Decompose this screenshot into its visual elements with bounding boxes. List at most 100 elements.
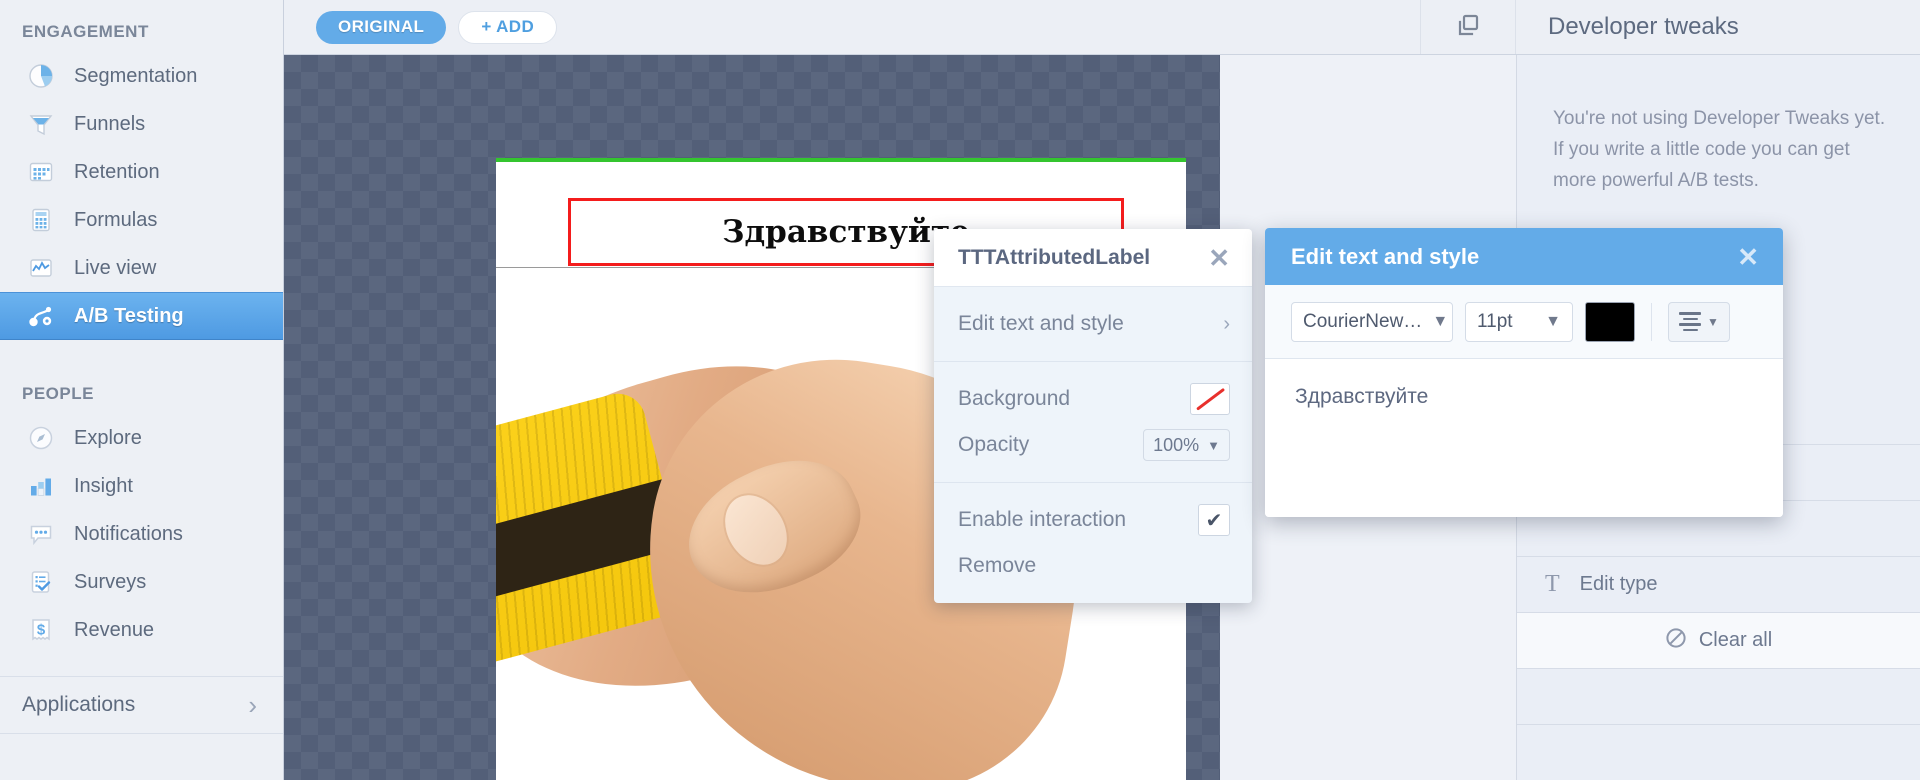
bar-chart-icon [26,471,56,501]
text-content-textarea[interactable]: Здравствуйте [1265,359,1783,517]
sidebar-item-explore[interactable]: Explore [0,414,283,462]
app-root: ENGAGEMENT Segmentation Funnels Retentio… [0,0,1920,780]
live-chart-icon [26,253,56,283]
calculator-icon [26,205,56,235]
menu-item-label: Edit text and style [958,312,1124,335]
sidebar-item-label: Formulas [74,208,158,231]
edit-dialog-title: Edit text and style [1291,243,1480,269]
chevron-right-icon: › [248,689,257,720]
background-color-swatch[interactable] [1190,383,1230,415]
sidebar-section-engagement: ENGAGEMENT [22,22,149,41]
no-entry-icon [1665,627,1687,655]
sidebar-item-insight[interactable]: Insight [0,462,283,510]
font-family-value: CourierNew… [1303,310,1423,332]
developer-tweaks-empty-message: You're not using Developer Tweaks yet. I… [1553,108,1886,191]
sidebar-item-ab-testing[interactable]: A/B Testing [0,292,283,340]
sidebar-item-label: Insight [74,474,133,497]
top-toolbar: ORIGINAL + ADD Developer tweaks [284,0,1920,55]
sidebar-item-label: Live view [74,256,157,279]
menu-item-enable-interaction[interactable]: Enable interaction ✔ [934,497,1252,543]
right-panel-title: Developer tweaks [1548,13,1739,40]
grid-icon [26,157,56,187]
duplicate-windows-button[interactable] [1420,0,1516,54]
font-size-select[interactable]: 11pt ▼ [1465,301,1573,342]
sidebar-item-segmentation[interactable]: Segmentation [0,52,283,100]
edit-text-and-style-dialog: Edit text and style ✕ CourierNew… ▼ 11pt… [1265,228,1783,517]
text-align-button[interactable]: ▼ [1668,301,1730,342]
sidebar-item-label: Revenue [74,618,155,641]
panel-row-spacer-4 [1517,724,1920,780]
sidebar-item-label: A/B Testing [74,304,184,327]
text-color-swatch[interactable] [1585,301,1635,342]
sidebar-item-label: Explore [74,426,142,449]
clear-all-row[interactable]: Clear all [1517,612,1920,668]
font-size-value: 11pt [1477,310,1513,332]
align-center-icon [1679,312,1702,331]
context-menu-title: TTTAttributedLabel [958,245,1151,269]
menu-item-label: Remove [958,554,1037,577]
menu-item-opacity[interactable]: Opacity 100% ▼ [934,422,1252,468]
menu-item-edit-text-and-style[interactable]: Edit text and style › [934,301,1252,347]
opacity-value: 100% [1153,434,1200,455]
sidebar: ENGAGEMENT Segmentation Funnels Retentio… [0,0,284,780]
sidebar-item-label: Segmentation [74,64,198,87]
menu-item-label: Background [958,387,1071,410]
edit-type-row[interactable]: T Edit type [1517,556,1920,612]
sidebar-item-surveys[interactable]: Surveys [0,558,283,606]
text-type-icon: T [1545,571,1560,597]
chevron-down-icon: ▼ [1707,314,1719,329]
chevron-down-icon: ▼ [1432,312,1449,330]
sidebar-item-funnels[interactable]: Funnels [0,100,283,148]
sidebar-item-applications[interactable]: Applications › [0,676,283,734]
context-menu-group-1: Edit text and style › [934,287,1252,362]
element-context-menu: TTTAttributedLabel ✕ Edit text and style… [934,229,1252,603]
sidebar-item-label: Funnels [74,112,146,135]
toolbar-divider [1651,302,1652,341]
menu-item-label: Opacity [958,433,1030,456]
variant-tabs: ORIGINAL + ADD [284,0,1420,54]
chevron-right-icon: › [1223,312,1230,335]
context-menu-group-3: Enable interaction ✔ Remove [934,483,1252,603]
sidebar-item-live-view[interactable]: Live view [0,244,283,292]
sidebar-item-label: Notifications [74,522,183,545]
speech-bubble-icon [26,519,56,549]
chevron-down-icon: ▼ [1545,312,1561,330]
sidebar-item-label: Surveys [74,570,147,593]
sidebar-item-formulas[interactable]: Formulas [0,196,283,244]
pie-chart-icon [26,61,56,91]
panel-row-spacer-3 [1517,668,1920,724]
text-format-toolbar: CourierNew… ▼ 11pt ▼ ▼ [1265,285,1783,359]
menu-item-background[interactable]: Background [934,376,1252,422]
context-menu-header: TTTAttributedLabel ✕ [934,229,1252,287]
chevron-down-icon: ▼ [1207,437,1220,453]
check-icon: ✔ [1205,509,1223,532]
variant-original-button[interactable]: ORIGINAL [316,10,447,44]
compass-icon [26,423,56,453]
sidebar-item-notifications[interactable]: Notifications [0,510,283,558]
duplicate-windows-icon [1453,10,1483,45]
enable-interaction-checkbox[interactable]: ✔ [1198,504,1230,536]
dollar-receipt-icon: $ [26,615,56,645]
ab-testing-icon [26,301,56,331]
funnel-icon [26,109,56,139]
clear-all-label: Clear all [1698,629,1773,651]
menu-item-remove[interactable]: Remove [934,543,1252,589]
edit-dialog-header: Edit text and style ✕ [1265,228,1783,285]
close-icon[interactable]: ✕ [1208,245,1230,271]
add-variant-button[interactable]: + ADD [458,10,558,44]
context-menu-group-2: Background Opacity 100% ▼ [934,362,1252,483]
font-family-select[interactable]: CourierNew… ▼ [1291,301,1453,342]
svg-text:$: $ [37,622,46,639]
sidebar-section-people: PEOPLE [22,384,94,403]
sidebar-item-label: Retention [74,160,160,183]
close-icon[interactable]: ✕ [1737,244,1759,270]
sidebar-item-retention[interactable]: Retention [0,148,283,196]
applications-label: Applications [22,693,136,716]
sidebar-item-revenue[interactable]: $ Revenue [0,606,283,654]
menu-item-label: Enable interaction [958,508,1127,531]
clipboard-check-icon [26,567,56,597]
edit-type-label: Edit type [1579,573,1658,595]
opacity-select[interactable]: 100% ▼ [1143,429,1230,461]
